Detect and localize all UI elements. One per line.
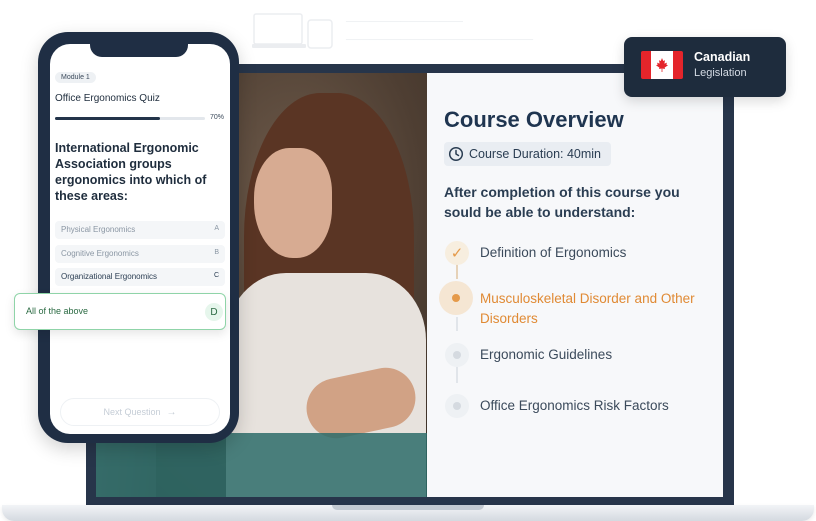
overview-subtitle: After completion of this course you soul… [444,184,680,220]
current-topic-marker [439,281,473,315]
quiz-progress-bar [55,117,205,120]
legislation-badge: Canadian Legislation [624,37,786,97]
quiz-progress-label: 70% [210,114,225,121]
topic-item-label[interactable]: Ergonomic Guidelines [480,345,718,365]
answer-option-c[interactable]: Organizational Ergonomics C [55,268,225,286]
option-letter: D [205,303,223,321]
clock-icon [448,146,464,162]
laptop-base [2,505,814,521]
check-icon: ✓ [445,241,469,265]
upcoming-topic-marker [445,343,469,367]
phone-notch [90,39,188,57]
option-text: Organizational Ergonomics [61,272,158,281]
quiz-question: International Ergonomic Association grou… [55,141,207,203]
watermark-line-1: ─────────────── [346,16,463,28]
badge-subtitle: Legislation [694,67,747,79]
devices-watermark: ─────────────── ──────────────────────── [252,10,533,50]
topic-item-label[interactable]: Musculoskeletal Disorder and Other Disor… [480,289,718,329]
devices-icon [252,13,333,49]
module-tag: Module 1 [55,72,96,83]
maple-leaf-icon [656,58,668,72]
option-letter: B [214,249,219,256]
phone-screen: Module 1 Office Ergonomics Quiz 70% Inte… [50,44,230,434]
option-text: Physical Ergonomics [61,225,136,234]
photo-face [254,148,332,258]
canada-flag [641,51,683,79]
quiz-progress-fill [55,117,160,120]
option-letter: A [214,225,219,232]
option-letter: C [213,272,219,279]
topic-item-label[interactable]: Office Ergonomics Risk Factors [480,396,718,416]
topic-item-label[interactable]: Definition of Ergonomics [480,243,718,263]
duration-text: Course Duration: 40min [469,147,602,161]
next-question-button[interactable]: Next Question → [60,398,220,426]
answer-option-d-selected[interactable]: All of the above D [14,293,226,330]
badge-title: Canadian [694,50,751,64]
quiz-title: Office Ergonomics Quiz [55,93,160,104]
answer-option-b[interactable]: Cognitive Ergonomics B [55,245,225,263]
timeline-connector [456,367,458,383]
course-overview-panel: Course Overview Course Duration: 40min A… [427,73,723,497]
timeline-connector [456,317,458,331]
upcoming-topic-marker [445,394,469,418]
next-question-label: Next Question [103,407,161,417]
overview-title: Course Overview [444,107,624,132]
watermark-line-2: ──────────────────────── [346,34,534,46]
topic-timeline: ✓ Definition of Ergonomics Musculoskelet… [439,233,721,443]
duration-pill: Course Duration: 40min [444,142,612,166]
option-text: Cognitive Ergonomics [61,249,139,258]
arrow-right-icon: → [166,406,177,418]
answer-option-a[interactable]: Physical Ergonomics A [55,221,225,239]
option-text: All of the above [26,306,89,316]
